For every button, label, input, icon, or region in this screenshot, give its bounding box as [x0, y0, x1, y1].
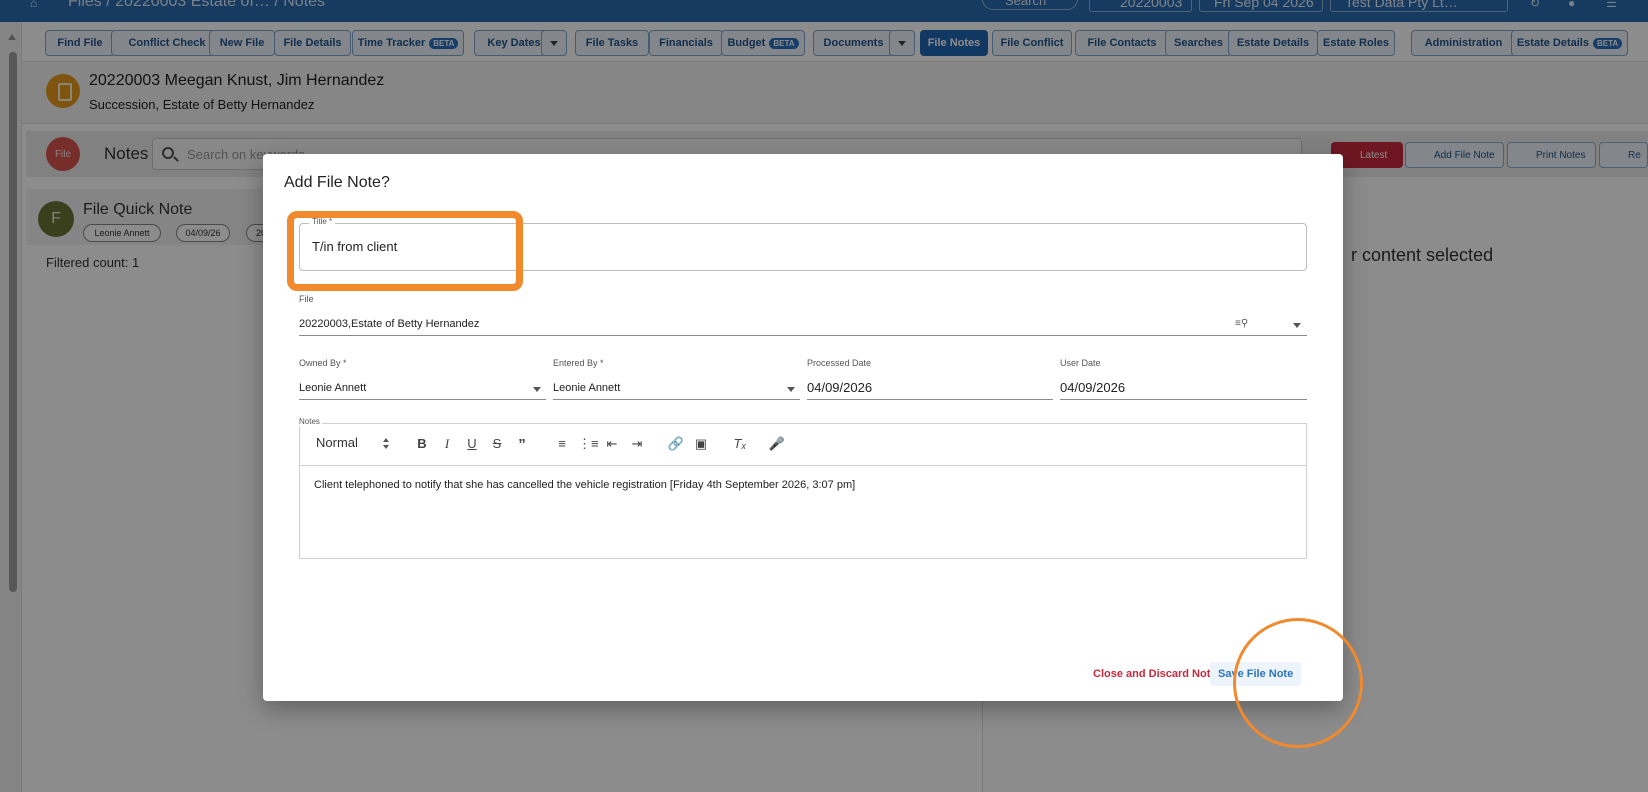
notes-editor[interactable]: Normal B I U S ” ≡ ⋮≡ ⇤ ⇥ 🔗 ▣ Tₓ 🎤 Clien…	[299, 423, 1307, 559]
file-field-label: File	[299, 294, 314, 304]
notes-label: Notes	[299, 417, 322, 426]
save-highlight	[1233, 618, 1363, 748]
clear-format-icon[interactable]: Tₓ	[731, 436, 749, 451]
discard-note-button[interactable]: Close and Discard Note	[1093, 668, 1216, 680]
chevron-down-icon[interactable]	[787, 387, 795, 392]
underline-icon[interactable]: U	[463, 436, 481, 451]
format-select-icon[interactable]	[383, 438, 391, 450]
bullet-list-icon[interactable]: ⋮≡	[578, 436, 599, 452]
user-date-label: User Date	[1060, 358, 1101, 368]
format-select[interactable]: Normal	[316, 435, 358, 450]
user-date-value: 04/09/2026	[1060, 380, 1126, 395]
owned-by-label: Owned By *	[299, 358, 347, 368]
image-icon[interactable]: ▣	[692, 436, 710, 452]
processed-date-value: 04/09/2026	[807, 380, 873, 395]
italic-icon[interactable]: I	[438, 436, 456, 452]
bold-icon[interactable]: B	[413, 436, 431, 451]
entered-by-value: Leonie Annett	[553, 382, 621, 394]
chevron-down-icon[interactable]	[1293, 323, 1301, 328]
quote-icon[interactable]: ”	[513, 436, 531, 453]
dialog-title: Add File Note?	[284, 174, 390, 191]
title-highlight	[287, 211, 523, 291]
entered-by-label: Entered By *	[553, 358, 604, 368]
file-lookup-icon[interactable]: ≡⚲	[1235, 318, 1248, 329]
chevron-down-icon[interactable]	[533, 387, 541, 392]
file-select-value: 20220003,Estate of Betty Hernandez	[299, 318, 480, 330]
microphone-icon[interactable]: 🎤	[768, 436, 786, 452]
ordered-list-icon[interactable]: ≡	[553, 436, 571, 451]
link-icon[interactable]: 🔗	[667, 436, 685, 452]
notes-body[interactable]: Client telephoned to notify that she has…	[314, 479, 855, 491]
owned-by-value: Leonie Annett	[299, 382, 367, 394]
editor-toolbar: Normal B I U S ” ≡ ⋮≡ ⇤ ⇥ 🔗 ▣ Tₓ 🎤	[300, 424, 1306, 466]
strikethrough-icon[interactable]: S	[488, 436, 506, 451]
processed-date-label: Processed Date	[807, 358, 872, 368]
indent-icon[interactable]: ⇥	[628, 436, 646, 452]
outdent-icon[interactable]: ⇤	[603, 436, 621, 452]
